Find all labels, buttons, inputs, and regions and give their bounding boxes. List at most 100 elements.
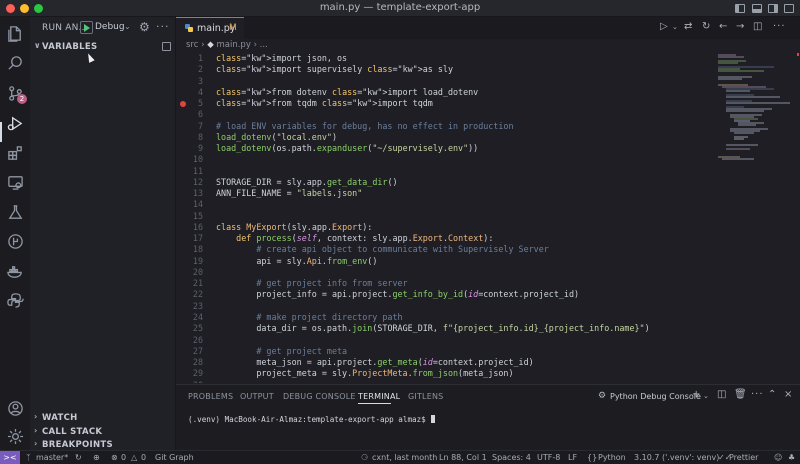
line-number[interactable]: 13: [176, 188, 203, 199]
cursor-position[interactable]: Ln 88, Col 1: [439, 453, 487, 462]
split-editor-icon[interactable]: ◫: [753, 21, 762, 32]
line-number[interactable]: 29: [176, 368, 203, 379]
code-line[interactable]: 6: [176, 109, 716, 120]
toggle-sidebar-icon[interactable]: [735, 4, 745, 13]
terminal-output[interactable]: (.venv) MacBook-Air-Almaz:template-expor…: [188, 415, 436, 424]
tab-main-py[interactable]: main.py M: [176, 17, 244, 39]
collapse-all-icon[interactable]: [162, 42, 171, 51]
code-line[interactable]: 25 data_dir = os.path.join(STORAGE_DIR, …: [176, 323, 716, 334]
code-line[interactable]: 1 class="kw">import json, os: [176, 53, 716, 64]
line-number[interactable]: 22: [176, 289, 203, 300]
line-number[interactable]: 15: [176, 211, 203, 222]
line-number[interactable]: 4: [176, 87, 203, 98]
terminal-dropdown-icon[interactable]: ⌄: [703, 392, 709, 400]
line-number[interactable]: 18: [176, 244, 203, 255]
sync-icon[interactable]: ↻: [75, 453, 82, 462]
indentation[interactable]: Spaces: 4: [492, 453, 531, 462]
testing-icon[interactable]: [5, 202, 25, 222]
line-number[interactable]: 14: [176, 199, 203, 210]
accounts-icon[interactable]: [5, 398, 25, 418]
breadcrumb-file[interactable]: main.py: [216, 40, 250, 50]
terminal-instance-label[interactable]: Python Debug Console: [610, 392, 701, 401]
code-line[interactable]: 24 # make project directory path: [176, 312, 716, 323]
end-of-line[interactable]: LF: [568, 453, 577, 462]
code-line[interactable]: 3: [176, 76, 716, 87]
watch-section-header[interactable]: › WATCH: [30, 411, 176, 425]
start-debugging-button[interactable]: [80, 21, 93, 34]
line-number[interactable]: 7: [176, 121, 203, 132]
code-line[interactable]: 2 class="kw">import supervisely class="kw…: [176, 64, 716, 75]
blame-info[interactable]: cxnt, last month: [372, 453, 437, 462]
toggle-secondary-sidebar-icon[interactable]: [768, 4, 778, 13]
line-number[interactable]: 6: [176, 109, 203, 120]
code-line[interactable]: 5 class="kw">from tqdm class="kw">import …: [176, 98, 716, 109]
code-line[interactable]: 17 def process(self, context: sly.app.Ex…: [176, 233, 716, 244]
next-change-icon[interactable]: →: [736, 21, 744, 32]
warning-count[interactable]: 0: [141, 453, 146, 462]
new-terminal-icon[interactable]: +: [692, 389, 700, 400]
run-dropdown-icon[interactable]: ⌄: [672, 23, 678, 31]
code-line[interactable]: 15: [176, 211, 716, 222]
source-control-icon[interactable]: 2: [5, 83, 27, 104]
code-line[interactable]: 22 project_info = api.project.get_info_b…: [176, 289, 716, 300]
prettier-status[interactable]: Prettier: [729, 453, 758, 462]
line-number[interactable]: 5: [176, 98, 203, 109]
kill-terminal-icon[interactable]: 🗑: [734, 389, 747, 400]
line-number[interactable]: 1: [176, 53, 203, 64]
code-line[interactable]: 10: [176, 154, 716, 165]
code-line[interactable]: 23: [176, 301, 716, 312]
code-line[interactable]: 26: [176, 335, 716, 346]
previous-change-icon[interactable]: ←: [719, 21, 727, 32]
encoding[interactable]: UTF-8: [537, 453, 560, 462]
code-line[interactable]: 20: [176, 267, 716, 278]
branch-name[interactable]: master*: [36, 453, 68, 462]
code-line[interactable]: 18 # create api object to communicate wi…: [176, 244, 716, 255]
customize-layout-icon[interactable]: [784, 4, 794, 13]
line-number[interactable]: 12: [176, 177, 203, 188]
tab-debug-console[interactable]: DEBUG CONSOLE: [283, 392, 356, 401]
code-line[interactable]: 27 # get project meta: [176, 346, 716, 357]
code-line[interactable]: 16 class MyExport(sly.app.Export):: [176, 222, 716, 233]
tab-problems[interactable]: PROBLEMS: [188, 392, 233, 401]
git-graph-button[interactable]: Git Graph: [155, 453, 194, 462]
code-line[interactable]: 11: [176, 166, 716, 177]
toggle-blame-icon[interactable]: ↻: [702, 21, 710, 32]
tab-terminal[interactable]: TERMINAL: [358, 392, 400, 401]
line-number[interactable]: 3: [176, 76, 203, 87]
explorer-icon[interactable]: [5, 23, 25, 43]
remote-explorer-icon[interactable]: [5, 172, 25, 192]
error-count[interactable]: 0: [121, 453, 126, 462]
code-line[interactable]: 19 api = sly.Api.from_env(): [176, 256, 716, 267]
code-line[interactable]: 9 load_dotenv(os.path.expanduser("~/super…: [176, 143, 716, 154]
line-number[interactable]: 16: [176, 222, 203, 233]
run-and-debug-icon[interactable]: [5, 113, 25, 133]
breadcrumb-folder[interactable]: src: [186, 40, 198, 50]
code-line[interactable]: 12 STORAGE_DIR = sly.app.get_data_dir(): [176, 177, 716, 188]
code-line[interactable]: 21 # get project info from server: [176, 278, 716, 289]
line-number[interactable]: 21: [176, 278, 203, 289]
more-actions-icon[interactable]: ···: [156, 20, 170, 33]
tab-output[interactable]: OUTPUT: [240, 392, 274, 401]
python-icon[interactable]: [5, 290, 25, 310]
code-line[interactable]: 30: [176, 380, 716, 383]
code-line[interactable]: 4 class="kw">from dotenv class="kw">impor…: [176, 87, 716, 98]
code-line[interactable]: 13 ANN_FILE_NAME = "labels.json": [176, 188, 716, 199]
code-line[interactable]: 14: [176, 199, 716, 210]
code-line[interactable]: 7 # load ENV variables for debug, has no …: [176, 121, 716, 132]
line-number[interactable]: 2: [176, 64, 203, 75]
line-number[interactable]: 25: [176, 323, 203, 334]
minimap[interactable]: [714, 53, 800, 383]
remote-indicator[interactable]: ><: [0, 451, 20, 464]
line-number[interactable]: 26: [176, 335, 203, 346]
notifications-bell-icon[interactable]: ♣: [788, 453, 795, 462]
gitlens-icon[interactable]: [5, 231, 25, 251]
line-number[interactable]: 24: [176, 312, 203, 323]
close-panel-icon[interactable]: ×: [784, 389, 792, 400]
remote-repo-icon[interactable]: ⊕: [93, 453, 100, 462]
line-number[interactable]: 9: [176, 143, 203, 154]
code-line[interactable]: 28 meta_json = api.project.get_meta(id=c…: [176, 357, 716, 368]
line-number[interactable]: 27: [176, 346, 203, 357]
variables-section-header[interactable]: ∨ VARIABLES: [30, 40, 176, 54]
line-number[interactable]: 20: [176, 267, 203, 278]
line-number[interactable]: 17: [176, 233, 203, 244]
